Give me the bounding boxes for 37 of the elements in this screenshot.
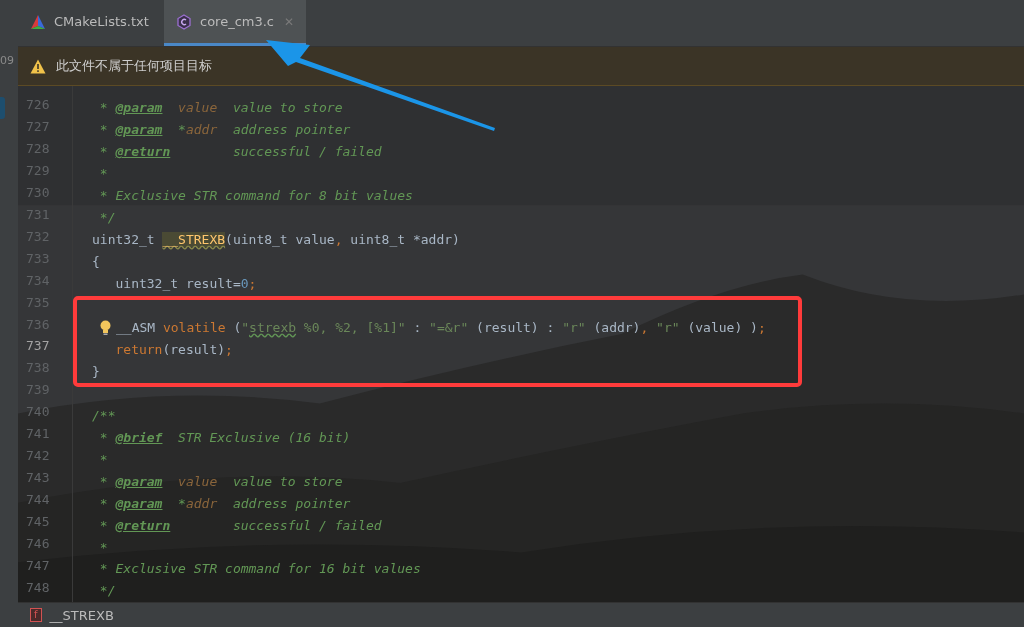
code-line: uint32_t __STREXB(uint8_t value, uint8_t *addr): [92, 232, 460, 248]
code-line: * @return successful / failed: [98, 517, 382, 533]
code-line: *: [98, 451, 108, 467]
code-line: * @return successful / failed: [98, 144, 382, 160]
code-line: *: [98, 166, 108, 182]
line-number: 745: [25, 514, 51, 532]
line-number: 747: [25, 558, 51, 575]
code-line: * @param *addr address pointer: [98, 495, 351, 511]
function-icon: f: [30, 608, 42, 622]
line-number: 742: [25, 448, 51, 466]
code-line: * @param value value to store: [98, 100, 343, 116]
file-tab[interactable]: core_cm3.c ✕: [164, 0, 307, 46]
line-number: 741: [25, 426, 51, 444]
code-line: * @param value value to store: [98, 473, 343, 489]
code-line: * Exclusive STR command for 16 bit values: [98, 561, 421, 577]
line-number: 746: [25, 536, 51, 554]
code-line: return(result);: [114, 341, 233, 357]
code-line: uint32_t result=0;: [114, 276, 257, 292]
line-number: 737: [25, 338, 51, 356]
file-tab[interactable]: CMakeLists.txt: [18, 0, 164, 46]
notice-text: 此文件不属于任何项目目标: [56, 57, 212, 75]
line-number: 743: [25, 470, 51, 488]
code-line: /**: [92, 407, 116, 423]
code-line: * Exclusive STR command for 8 bit values: [98, 188, 413, 204]
code-line: * @brief STR Exclusive (16 bit): [98, 429, 351, 445]
code-line: __ASM volatile ("strexb %0, %2, [%1]" : "=&r" (result) : "r" (addr), "r" (value) );: [116, 320, 766, 335]
line-number: 744: [25, 492, 51, 510]
side-panel-text: 09: [0, 53, 15, 67]
breadcrumb[interactable]: __STREXB: [49, 607, 114, 623]
code-line: * @param *addr address pointer: [98, 122, 351, 138]
line-number: 748: [25, 579, 51, 597]
code-line: */: [98, 210, 116, 226]
code-line: */: [98, 583, 116, 599]
code-line: *: [98, 539, 108, 555]
line-number: 740: [25, 404, 51, 422]
code-line: {: [92, 254, 100, 270]
code-line: }: [92, 363, 100, 379]
